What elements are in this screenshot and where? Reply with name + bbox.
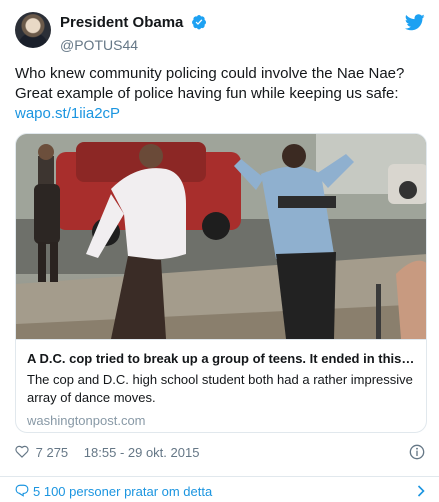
- tweet-text: Who knew community policing could involv…: [15, 64, 427, 124]
- chevron-right-icon[interactable]: [417, 485, 425, 500]
- twitter-bird-icon[interactable]: [404, 14, 425, 36]
- card-body[interactable]: A D.C. cop tried to break up a group of …: [16, 339, 426, 432]
- verified-badge-icon: [191, 14, 207, 35]
- tweet-embed: President Obama @POTUS44 Who knew commun…: [0, 0, 439, 502]
- like-count[interactable]: 7 275: [36, 445, 69, 460]
- tweet-text-line: Great example of police having fun while…: [15, 85, 399, 102]
- link-card[interactable]: A D.C. cop tried to break up a group of …: [15, 133, 427, 433]
- tweet-text-line: Who knew community policing could involv…: [15, 65, 405, 82]
- conversation-label[interactable]: 5 100 personer pratar om detta: [33, 484, 212, 499]
- timestamp[interactable]: 18:55 - 29 okt. 2015: [84, 445, 200, 460]
- handle[interactable]: @POTUS44: [60, 36, 207, 54]
- avatar[interactable]: [15, 12, 51, 48]
- tweet-link[interactable]: wapo.st/1iia2cP: [15, 104, 427, 124]
- card-description: The cop and D.C. high school student bot…: [27, 372, 413, 405]
- heart-icon[interactable]: [15, 445, 29, 461]
- reply-icon: [15, 484, 29, 500]
- card-title[interactable]: A D.C. cop tried to break up a group of …: [27, 350, 417, 367]
- conversation-footer[interactable]: 5 100 personer pratar om detta: [0, 476, 439, 502]
- card-image[interactable]: [16, 134, 426, 339]
- info-icon[interactable]: [409, 444, 425, 463]
- tweet-meta: 7 275 18:55 - 29 okt. 2015: [15, 444, 427, 462]
- display-name[interactable]: President Obama: [60, 14, 183, 32]
- tweet-header: President Obama @POTUS44: [15, 12, 427, 54]
- card-domain[interactable]: washingtonpost.com: [27, 412, 417, 430]
- author-names[interactable]: President Obama @POTUS44: [60, 14, 207, 54]
